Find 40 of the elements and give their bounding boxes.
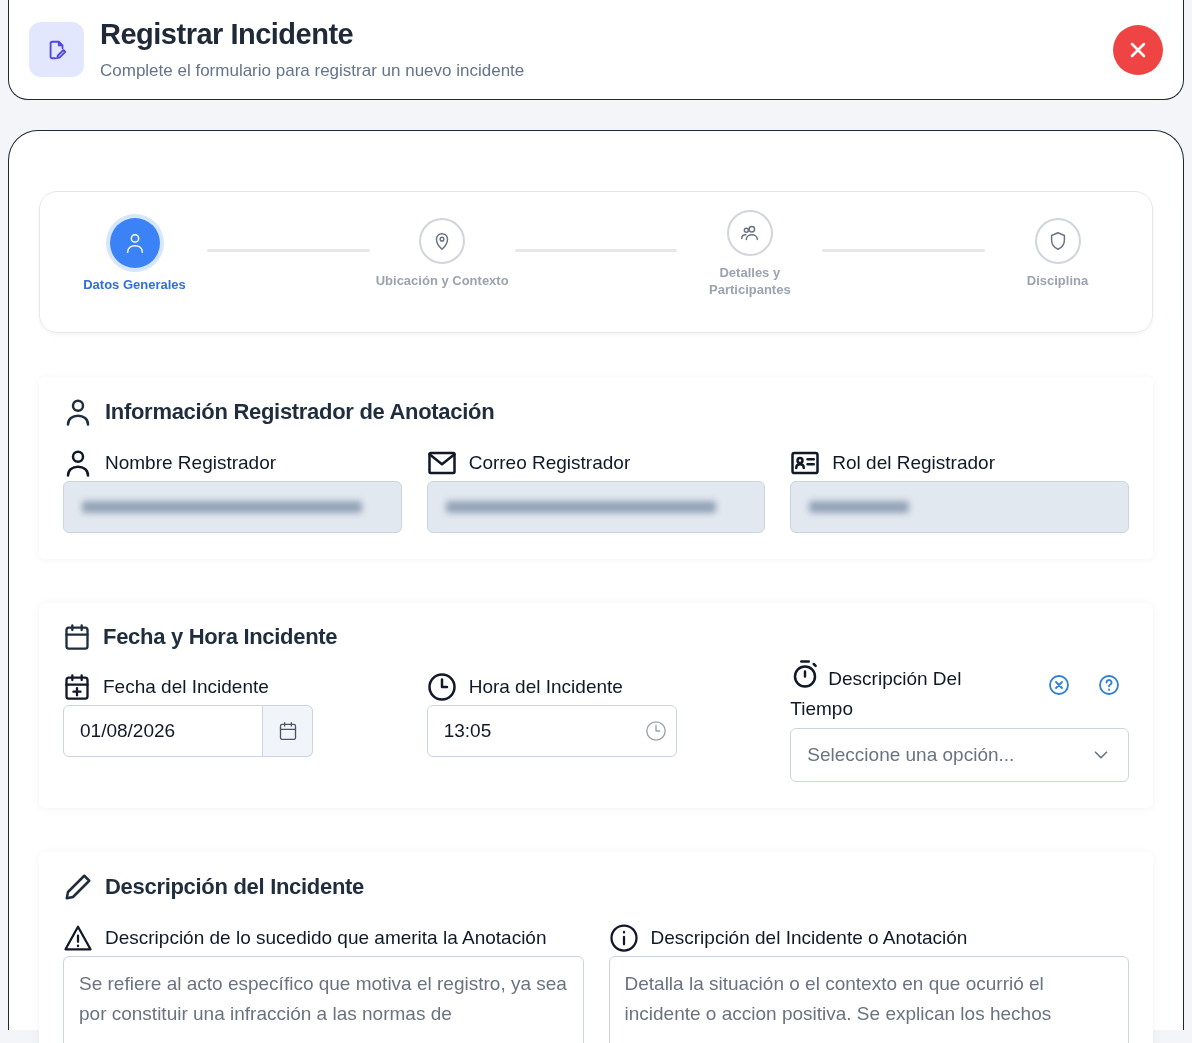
field-label: Hora del Incidente bbox=[468, 676, 623, 698]
clear-icon bbox=[1047, 673, 1071, 697]
step-circle[interactable] bbox=[109, 218, 160, 268]
calendar-button[interactable] bbox=[263, 705, 313, 757]
help-icon bbox=[1097, 673, 1121, 697]
pencil-icon bbox=[63, 872, 93, 902]
calendar-icon bbox=[277, 721, 298, 741]
step-circle[interactable] bbox=[1034, 218, 1081, 264]
field-label: Rol del Registrador bbox=[832, 452, 995, 474]
clock-icon bbox=[644, 720, 667, 742]
field-label: Correo Registrador bbox=[468, 452, 631, 474]
textarea-field[interactable]: Detalla la situación o el contexto en que ocurrió el incidente o accion positiva. Se explican los hechos bbox=[608, 956, 1129, 1043]
section-title: Información Registrador de Anotación bbox=[105, 399, 495, 425]
section-title: Fecha y Hora Incidente bbox=[103, 624, 338, 650]
field-label: Nombre Registrador bbox=[105, 452, 277, 474]
field-label: Descripción de lo sucedido que amerita la Anotación bbox=[105, 927, 547, 949]
warning-icon bbox=[63, 923, 93, 953]
section-title: Descripción del Incidente bbox=[105, 874, 364, 900]
field-label: Descripción Del Tiempo bbox=[790, 659, 1011, 724]
page-subtitle: Complete el formulario para registrar un nuevo incidente bbox=[100, 61, 526, 81]
close-button[interactable] bbox=[1113, 24, 1163, 75]
step-circle[interactable] bbox=[726, 210, 773, 256]
info-icon bbox=[608, 923, 639, 953]
clear-button[interactable] bbox=[1047, 673, 1071, 697]
date-input[interactable]: 01/08/2026 bbox=[63, 705, 263, 757]
calendar-plus-icon bbox=[63, 673, 91, 701]
step-label: Detalles y Participantes bbox=[708, 264, 792, 298]
step-circle[interactable] bbox=[419, 218, 466, 264]
step-label: Datos Generales bbox=[83, 276, 186, 293]
select-field[interactable]: Seleccione una opción... bbox=[790, 728, 1129, 782]
clock-icon bbox=[426, 672, 457, 702]
textarea-field[interactable]: Se refiere al acto específico que motiva el registro, ya sea por constituir una infracción a las normas de bbox=[63, 956, 584, 1043]
field-label: Fecha del Incidente bbox=[103, 676, 269, 698]
time-field[interactable]: 13:05 bbox=[426, 705, 677, 757]
help-button[interactable] bbox=[1097, 673, 1121, 697]
calendar-icon bbox=[63, 623, 91, 651]
page-title: Registrar Incidente bbox=[100, 18, 355, 51]
step-label: Ubicación y Contexto bbox=[375, 272, 509, 289]
step-label: Disciplina bbox=[1026, 272, 1089, 289]
field-label: Descripción del Incidente o Anotación bbox=[650, 927, 968, 949]
